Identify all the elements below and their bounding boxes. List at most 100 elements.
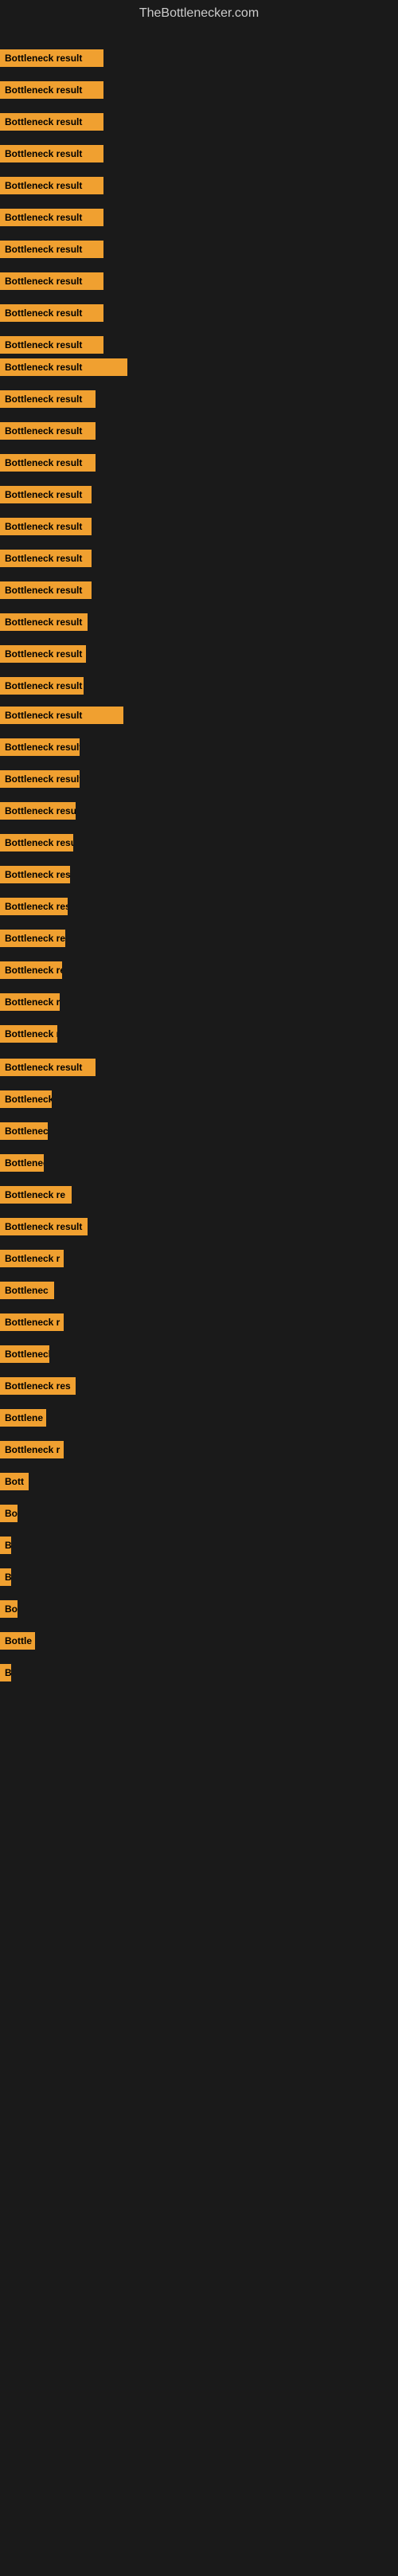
list-item[interactable]: Bottleneck result xyxy=(0,802,76,824)
list-item[interactable]: Bottleneck result xyxy=(0,581,92,603)
bottleneck-result-label: Bottleneck result xyxy=(0,866,70,883)
bottleneck-result-label: B xyxy=(0,1664,11,1681)
list-item[interactable]: Bottleneck result xyxy=(0,898,68,919)
bottleneck-result-label: Bottlene xyxy=(0,1409,46,1427)
bottleneck-result-label: Bottleneck result xyxy=(0,645,86,663)
bottleneck-result-label: Bottleneck r xyxy=(0,1250,64,1267)
bottleneck-result-label: Bottleneck r xyxy=(0,1313,64,1331)
list-item[interactable]: Bottleneck result xyxy=(0,113,103,135)
list-item[interactable]: Bottleneck result xyxy=(0,486,92,507)
bottleneck-result-label: Bottleneck result xyxy=(0,1154,44,1172)
bottleneck-result-label: Bottleneck r xyxy=(0,1441,64,1458)
bottleneck-result-label: Bottleneck result xyxy=(0,898,68,915)
bottleneck-result-label: Bottleneck result xyxy=(0,390,96,408)
list-item[interactable]: Bottleneck result xyxy=(0,1122,48,1144)
list-item[interactable]: Bottleneck result xyxy=(0,770,80,792)
bottleneck-result-label: Bottleneck result xyxy=(0,1059,96,1076)
bottleneck-result-label: Bottleneck result xyxy=(0,49,103,67)
bottleneck-result-label: Bottleneck res xyxy=(0,1377,76,1395)
bottleneck-result-label: Bottleneck result xyxy=(0,336,103,354)
bottleneck-result-label: Bottleneck result xyxy=(0,834,73,851)
bottleneck-result-label: Bottleneck result xyxy=(0,209,103,226)
list-item[interactable]: Bottleneck result xyxy=(0,961,62,983)
list-item[interactable]: Bottleneck result xyxy=(0,145,103,166)
list-item[interactable]: Bottleneck result xyxy=(0,550,92,571)
bottleneck-result-label: Bottle xyxy=(0,1632,35,1650)
bottleneck-result-label: Bo xyxy=(0,1505,18,1522)
list-item[interactable]: Bottleneck result xyxy=(0,930,65,951)
list-item[interactable]: Bottleneck result xyxy=(0,1090,52,1112)
list-item[interactable]: Bottleneck result xyxy=(0,866,70,887)
bottleneck-result-label: Bottleneck result xyxy=(0,961,62,979)
bottleneck-result-label: Bottleneck result xyxy=(0,677,84,695)
list-item[interactable]: Bottleneck result xyxy=(0,81,103,103)
list-item[interactable]: Bottleneck result xyxy=(0,677,84,699)
list-item[interactable]: Bottle xyxy=(0,1632,35,1654)
list-item[interactable]: Bottleneck result xyxy=(0,209,103,230)
list-item[interactable]: Bottleneck r xyxy=(0,1441,64,1462)
list-item[interactable]: Bottleneck result xyxy=(0,1218,88,1239)
bottleneck-result-label: Bottleneck result xyxy=(0,422,96,440)
list-item[interactable]: Bottleneck res xyxy=(0,1377,76,1399)
bottleneck-result-label: Bottleneck result xyxy=(0,738,80,756)
list-item[interactable]: Bottleneck result xyxy=(0,707,123,728)
list-item[interactable]: Bo xyxy=(0,1600,18,1622)
list-item[interactable]: Bottlenec xyxy=(0,1282,54,1303)
bottleneck-result-label: B xyxy=(0,1568,11,1586)
bottleneck-result-label: Bottleneck result xyxy=(0,1025,57,1043)
list-item[interactable]: Bottleneck result xyxy=(0,1025,57,1047)
bottleneck-result-label: Bottleneck result xyxy=(0,707,123,724)
list-item[interactable]: Bottleneck result xyxy=(0,613,88,635)
list-item[interactable]: Bottleneck result xyxy=(0,304,103,326)
bottleneck-result-label: Bottleneck result xyxy=(0,486,92,503)
bottleneck-result-label: Bottlenec xyxy=(0,1282,54,1299)
list-item[interactable]: Bottleneck result xyxy=(0,518,92,539)
list-item[interactable]: Bottleneck result xyxy=(0,241,103,262)
list-item[interactable]: Bottleneck result xyxy=(0,645,86,667)
bottleneck-result-label: Bottleneck result xyxy=(0,113,103,131)
bottleneck-result-label: Bottleneck re xyxy=(0,1186,72,1204)
list-item[interactable]: Bott xyxy=(0,1473,29,1494)
list-item[interactable]: Bottleneck result xyxy=(0,422,96,444)
list-item[interactable]: Bottleneck result xyxy=(0,336,103,358)
site-title: TheBottlenecker.com xyxy=(0,0,398,27)
list-item[interactable]: B xyxy=(0,1568,11,1590)
bottleneck-result-label: Bottleneck result xyxy=(0,1090,52,1108)
list-item[interactable]: Bottleneck result xyxy=(0,358,127,380)
bottleneck-result-label: Bottleneck result xyxy=(0,550,92,567)
list-item[interactable]: Bo xyxy=(0,1505,18,1526)
list-item[interactable]: Bottleneck result xyxy=(0,1154,44,1176)
bottleneck-result-label: Bottleneck result xyxy=(0,802,76,820)
list-item[interactable]: B xyxy=(0,1537,11,1558)
list-item[interactable]: Bottleneck result xyxy=(0,993,60,1015)
bottleneck-result-label: Bottleneck result xyxy=(0,81,103,99)
list-item[interactable]: Bottleneck result xyxy=(0,49,103,71)
bottleneck-result-label: Bottleneck result xyxy=(0,993,60,1011)
list-item[interactable]: Bottleneck xyxy=(0,1345,49,1367)
list-item[interactable]: Bottleneck result xyxy=(0,272,103,294)
bottleneck-result-label: Bottleneck result xyxy=(0,358,127,376)
bottleneck-result-label: B xyxy=(0,1537,11,1554)
list-item[interactable]: Bottleneck result xyxy=(0,1059,96,1080)
list-item[interactable]: Bottleneck result xyxy=(0,834,73,855)
list-item[interactable]: Bottleneck r xyxy=(0,1313,64,1335)
list-item[interactable]: Bottleneck result xyxy=(0,454,96,476)
bottleneck-result-label: Bottleneck result xyxy=(0,930,65,947)
bottleneck-result-label: Bottleneck result xyxy=(0,241,103,258)
bottleneck-result-label: Bottleneck result xyxy=(0,770,80,788)
list-item[interactable]: B xyxy=(0,1664,11,1685)
bottleneck-result-label: Bottleneck result xyxy=(0,272,103,290)
list-item[interactable]: Bottleneck r xyxy=(0,1250,64,1271)
list-item[interactable]: Bottleneck re xyxy=(0,1186,72,1208)
list-item[interactable]: Bottleneck result xyxy=(0,738,80,760)
list-item[interactable]: Bottleneck result xyxy=(0,390,96,412)
list-item[interactable]: Bottlene xyxy=(0,1409,46,1431)
bottleneck-result-label: Bottleneck result xyxy=(0,1218,88,1235)
bottleneck-result-label: Bott xyxy=(0,1473,29,1490)
bottleneck-result-label: Bo xyxy=(0,1600,18,1618)
bottleneck-result-label: Bottleneck result xyxy=(0,454,96,472)
bottleneck-result-label: Bottleneck result xyxy=(0,145,103,162)
bottleneck-result-label: Bottleneck result xyxy=(0,304,103,322)
bottleneck-result-label: Bottleneck result xyxy=(0,581,92,599)
list-item[interactable]: Bottleneck result xyxy=(0,177,103,198)
